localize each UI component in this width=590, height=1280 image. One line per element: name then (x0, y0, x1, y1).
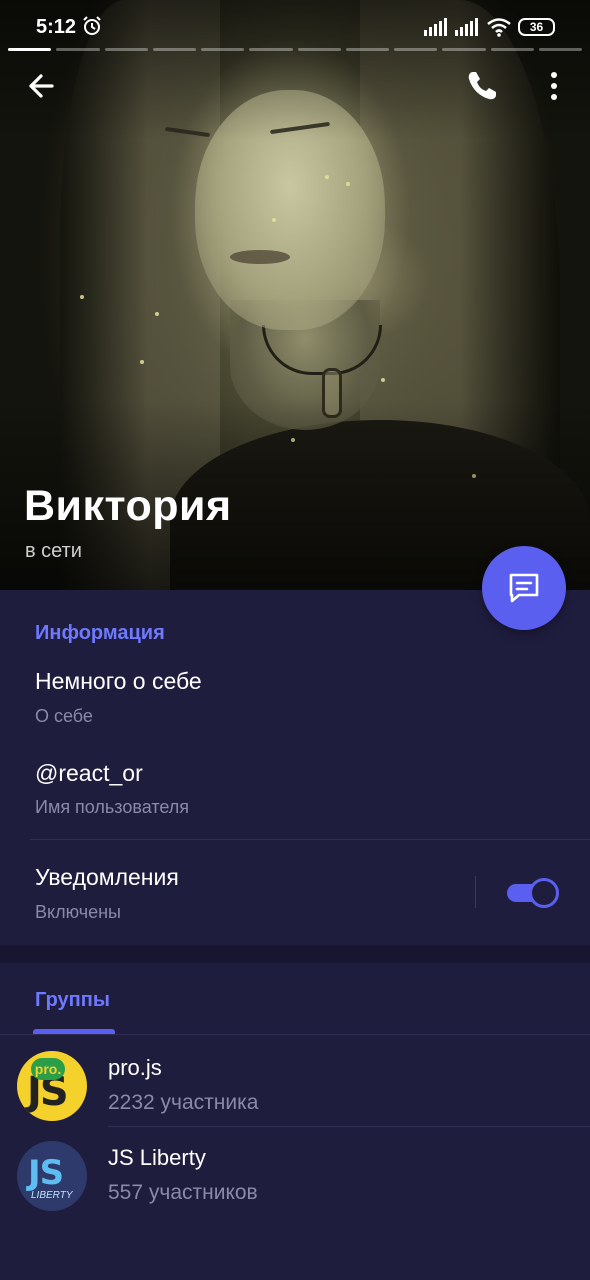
wifi-icon (487, 18, 511, 37)
sparkle (346, 182, 350, 186)
bio-value: Немного о себе (35, 668, 202, 694)
more-button[interactable] (540, 66, 568, 106)
alarm-icon (83, 16, 101, 35)
phone-icon (468, 72, 496, 100)
status-bar: 5:12 36 (0, 0, 590, 50)
notifications-value: Уведомления (35, 864, 179, 890)
sparkle (155, 312, 159, 316)
photo-progress-bar (8, 48, 582, 52)
group-avatar: JS LIBERTY (17, 1141, 87, 1211)
group-member-count: 2232 участника (108, 1091, 259, 1114)
battery-icon: 36 (518, 18, 555, 36)
online-status: в сети (25, 540, 82, 562)
username-value: @react_or (35, 760, 143, 786)
divider (0, 1034, 590, 1035)
message-button[interactable] (482, 546, 566, 630)
progress-segment (538, 48, 582, 51)
notifications-toggle[interactable] (507, 878, 559, 908)
signal-icon (455, 18, 478, 36)
group-item-projs[interactable]: JS pro. pro.js 2232 участника (0, 1037, 590, 1127)
bio-label: О себе (35, 706, 93, 726)
toggle-separator (475, 876, 476, 908)
progress-segment (490, 48, 534, 51)
profile-screen: 5:12 36 Виктория в сети Информация Немно… (0, 0, 590, 1280)
group-item-js-liberty[interactable]: JS LIBERTY JS Liberty 557 участников (0, 1127, 590, 1217)
progress-segment (152, 48, 196, 51)
progress-segment (394, 48, 438, 51)
sparkle (80, 295, 84, 299)
toggle-knob (529, 878, 559, 908)
profile-name: Виктория (24, 482, 232, 530)
progress-segment (442, 48, 486, 51)
photo-lips (230, 250, 290, 264)
avatar-badge: LIBERTY (31, 1190, 73, 1201)
sparkle (272, 218, 276, 222)
avatar-badge: pro. (31, 1058, 65, 1080)
username-label: Имя пользователя (35, 797, 190, 817)
call-button[interactable] (462, 66, 502, 106)
back-button[interactable] (22, 66, 62, 106)
sparkle (325, 175, 329, 179)
progress-segment (8, 48, 52, 51)
status-time: 5:12 (36, 16, 77, 38)
progress-segment (249, 48, 293, 51)
avatar-text: JS (28, 1153, 64, 1193)
progress-segment (56, 48, 100, 51)
info-section: Информация Немного о себе О себе @react_… (0, 590, 590, 945)
group-name: pro.js (108, 1055, 162, 1080)
notifications-label: Включены (35, 902, 121, 922)
group-name: JS Liberty (108, 1145, 206, 1170)
sparkle (140, 360, 144, 364)
progress-segment (297, 48, 341, 51)
signal-icon (424, 18, 447, 36)
more-vertical-icon (551, 72, 557, 100)
section-title-info: Информация (35, 622, 165, 644)
sparkle (381, 378, 385, 382)
progress-segment (104, 48, 148, 51)
progress-segment (345, 48, 389, 51)
message-icon (509, 573, 539, 603)
tab-groups[interactable]: Группы (35, 989, 110, 1012)
section-gap (0, 945, 590, 963)
group-avatar: JS pro. (17, 1051, 87, 1121)
group-member-count: 557 участников (108, 1181, 258, 1204)
progress-segment (201, 48, 245, 51)
arrow-left-icon (29, 74, 54, 98)
divider (30, 839, 590, 840)
groups-section: Группы JS pro. pro.js 2232 участника JS … (0, 963, 590, 1280)
